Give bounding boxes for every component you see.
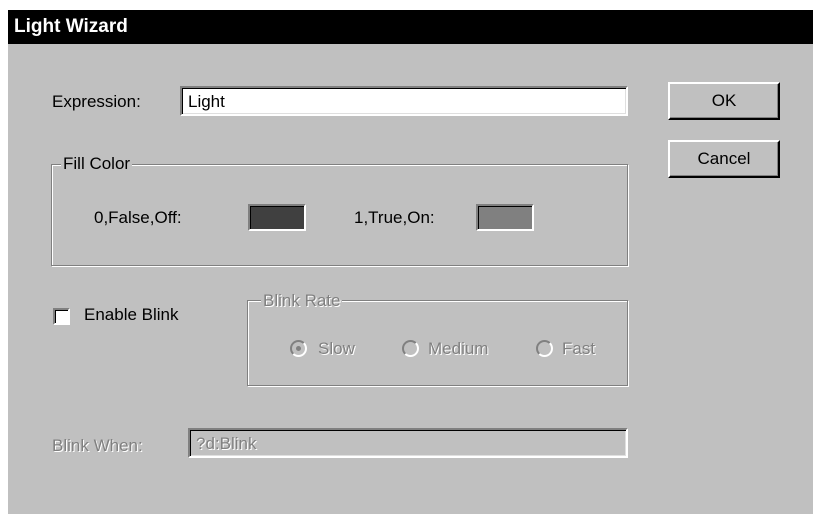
title-bar: Light Wizard: [8, 10, 813, 44]
fill-color-off-label: 0,False,Off:: [94, 208, 182, 227]
blink-when-label: Blink When:: [52, 436, 143, 455]
expression-input[interactable]: Light: [180, 86, 628, 116]
fill-color-group-title: Fill Color: [61, 154, 133, 174]
blink-rate-medium-label: Medium: [428, 339, 489, 358]
light-wizard-dialog: Light Wizard Expression: Light OK Cancel…: [6, 8, 813, 514]
blink-rate-fast-radio[interactable]: [536, 340, 553, 357]
radio-selected-dot: [296, 346, 301, 351]
fill-color-on-label: 1,True,On:: [354, 208, 435, 227]
blink-rate-medium-radio[interactable]: [402, 340, 419, 357]
enable-blink-label: Enable Blink: [84, 305, 179, 324]
cancel-button[interactable]: Cancel: [668, 140, 780, 178]
ok-button[interactable]: OK: [668, 82, 780, 120]
blink-rate-slow-radio[interactable]: [290, 340, 307, 357]
blink-when-input[interactable]: ?d:Blink: [188, 428, 628, 458]
fill-color-off-swatch[interactable]: [248, 204, 306, 231]
enable-blink-checkbox[interactable]: [53, 308, 70, 325]
fill-color-on-swatch[interactable]: [476, 204, 534, 231]
expression-label: Expression:: [52, 92, 141, 111]
blink-rate-group-title: Blink Rate: [261, 291, 343, 311]
blink-rate-slow-label: Slow: [318, 339, 355, 358]
blink-rate-fast-label: Fast: [562, 339, 596, 358]
